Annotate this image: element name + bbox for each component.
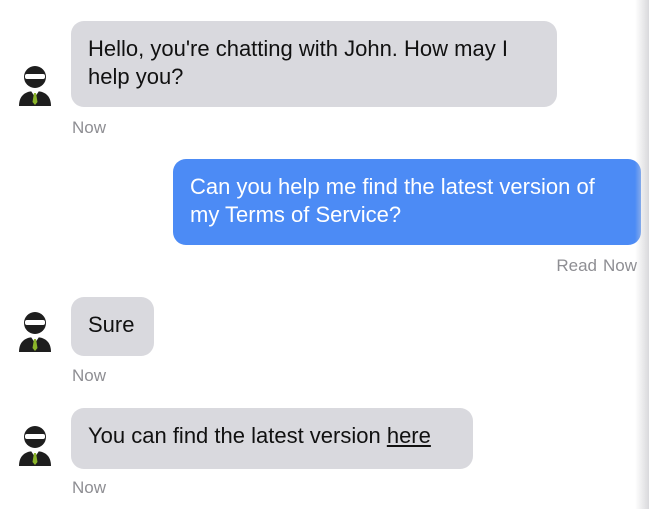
message-bubble-user-1: Can you help me find the latest version … (173, 159, 641, 245)
message-timestamp: Now (602, 256, 637, 275)
previous-message-fragment: · · · (190, 0, 218, 9)
right-edge-shadow (635, 0, 649, 509)
message-bubble-agent-2: Sure (71, 297, 154, 356)
read-receipt: Read (556, 256, 597, 275)
message-timestamp: Now (72, 366, 107, 385)
message-bubble-agent-1: Hello, you're chatting with John. How ma… (71, 21, 557, 107)
terms-link[interactable]: here (387, 423, 431, 448)
agent-avatar-icon (19, 66, 51, 106)
message-text: Hello, you're chatting with John. How ma… (88, 36, 508, 89)
chat-transcript: · · · Hello, you're chatting with John. … (0, 0, 649, 509)
agent-avatar-icon (19, 312, 51, 352)
message-timestamp: Now (72, 118, 107, 137)
message-text: Can you help me find the latest version … (190, 174, 595, 227)
message-text: Sure (88, 312, 135, 337)
message-text: You can find the latest version (88, 423, 387, 448)
message-meta-user-1: Read Now (556, 256, 637, 276)
agent-avatar-icon (19, 426, 51, 466)
message-bubble-agent-3: You can find the latest version here (71, 408, 473, 469)
message-timestamp: Now (72, 478, 107, 497)
